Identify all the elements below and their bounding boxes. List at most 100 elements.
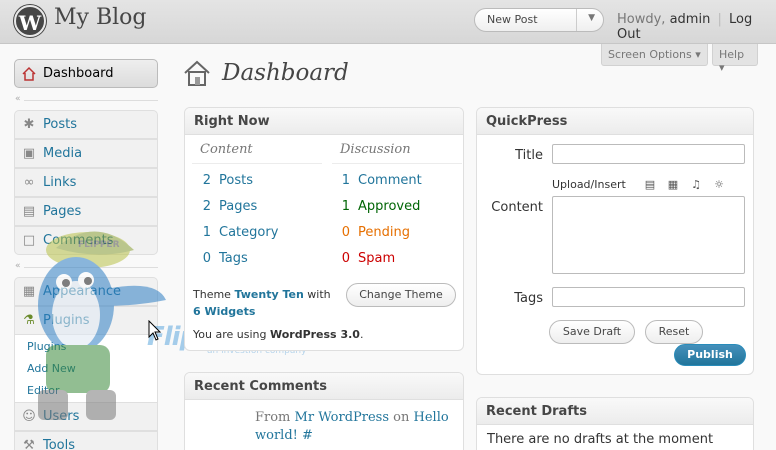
- sidebar-item-media[interactable]: ▣ Media: [14, 139, 158, 168]
- stat-label[interactable]: Posts: [219, 173, 253, 188]
- comment-author-link[interactable]: Mr WordPress: [295, 410, 390, 425]
- stat-label[interactable]: Approved: [358, 199, 420, 214]
- username-link[interactable]: admin: [670, 12, 711, 27]
- save-draft-button[interactable]: Save Draft: [549, 320, 635, 344]
- submenu-item-plugins[interactable]: Plugins: [27, 340, 66, 353]
- recent-comments-widget: Recent Comments From Mr WordPress on Hel…: [184, 372, 464, 450]
- widget-title[interactable]: Recent Comments: [185, 373, 463, 400]
- wordpress-logo-icon[interactable]: W: [14, 5, 46, 37]
- sidebar-item-label: Comments: [43, 233, 114, 248]
- chevron-down-icon[interactable]: ▼: [588, 13, 595, 23]
- stat-count[interactable]: 0: [330, 251, 350, 266]
- stat-count[interactable]: 1: [330, 173, 350, 188]
- appearance-icon: ▦: [22, 284, 36, 299]
- add-audio-icon[interactable]: ♫: [689, 178, 703, 192]
- theme-with: with: [307, 288, 331, 301]
- right-now-widget: Right Now Content Discussion 2 Posts 2 P…: [184, 107, 464, 351]
- sidebar-item-tools[interactable]: ⚒ Tools: [14, 431, 158, 450]
- sidebar-item-pages[interactable]: ▤ Pages: [14, 197, 158, 226]
- version-suffix: .: [359, 328, 364, 341]
- version-number: WordPress 3.0: [269, 328, 360, 341]
- sidebar-item-label: Users: [43, 409, 80, 424]
- stat-label[interactable]: Tags: [219, 251, 248, 266]
- house-icon: [184, 60, 210, 86]
- change-theme-button[interactable]: Change Theme: [346, 283, 456, 307]
- chain-link-icon: ∞: [23, 175, 35, 190]
- version-info: You are using WordPress 3.0.: [193, 328, 363, 341]
- tags-label: Tags: [514, 291, 543, 306]
- mouse-cursor-icon: [148, 320, 162, 341]
- stat-count[interactable]: 2: [191, 173, 211, 188]
- sidebar-item-dashboard[interactable]: Dashboard: [14, 59, 158, 88]
- title-label: Title: [515, 148, 543, 163]
- content-label: Content: [491, 200, 543, 215]
- menu-separator: [24, 100, 158, 101]
- wrench-icon: ⚒: [23, 438, 35, 450]
- version-prefix: You are using: [193, 328, 267, 341]
- widget-title[interactable]: Recent Drafts: [477, 398, 753, 425]
- sidebar-item-label: Appearance: [43, 284, 122, 299]
- sidebar-item-label: Pages: [43, 204, 82, 219]
- add-media-icon[interactable]: ☼: [712, 178, 726, 192]
- add-video-icon[interactable]: ▦: [666, 178, 680, 192]
- sidebar-item-label: Links: [43, 175, 77, 190]
- sidebar-item-appearance[interactable]: ▦ Appearance: [14, 277, 158, 306]
- discussion-column-heading: Discussion: [332, 136, 462, 164]
- media-icon: ▣: [22, 146, 36, 161]
- theme-name-link[interactable]: Twenty Ten: [234, 288, 303, 301]
- screen-options-tab[interactable]: Screen Options ▾: [601, 44, 708, 66]
- sidebar-item-label: Media: [43, 146, 83, 161]
- stat-label[interactable]: Category: [219, 225, 278, 240]
- title-input[interactable]: [552, 144, 745, 164]
- page-title: Dashboard: [222, 60, 349, 86]
- comment-permalink[interactable]: #: [302, 428, 313, 443]
- plugins-submenu: Plugins Add New Editor: [14, 335, 158, 402]
- stat-count[interactable]: 1: [330, 199, 350, 214]
- sidebar-item-label: Plugins: [43, 313, 90, 328]
- collapse-arrow-icon[interactable]: «: [15, 261, 21, 271]
- widget-title[interactable]: Right Now: [185, 108, 463, 135]
- widget-title[interactable]: QuickPress: [477, 108, 753, 135]
- sidebar-item-links[interactable]: ∞ Links: [14, 168, 158, 197]
- sidebar-item-users[interactable]: ☺ Users: [14, 402, 158, 431]
- stat-count[interactable]: 0: [330, 225, 350, 240]
- submenu-item-add-new[interactable]: Add New: [27, 362, 76, 375]
- content-textarea[interactable]: [552, 196, 745, 274]
- widgets-link[interactable]: 6 Widgets: [193, 305, 255, 318]
- admin-sidebar: Dashboard « ✱ Posts ▣ Media ∞ Links ▤ Pa…: [0, 44, 170, 450]
- no-drafts-message: There are no drafts at the moment: [487, 432, 714, 447]
- help-tab[interactable]: Help ▾: [712, 44, 758, 74]
- menu-separator: [24, 267, 158, 268]
- add-image-icon[interactable]: ▤: [643, 178, 657, 192]
- new-post-dropdown[interactable]: New Post ▼: [474, 8, 604, 32]
- stat-count[interactable]: 2: [191, 199, 211, 214]
- stat-label[interactable]: Pending: [358, 225, 410, 240]
- sidebar-item-plugins[interactable]: ⚗ Plugins: [14, 306, 158, 335]
- sidebar-item-posts[interactable]: ✱ Posts: [14, 110, 158, 139]
- stat-count[interactable]: 1: [191, 225, 211, 240]
- theme-info: Theme Twenty Ten with: [193, 288, 331, 301]
- stat-label[interactable]: Comment: [358, 173, 422, 188]
- recent-drafts-widget: Recent Drafts There are no drafts at the…: [476, 397, 754, 450]
- sidebar-item-comments[interactable]: □ Comments: [14, 226, 158, 255]
- theme-prefix: Theme: [193, 288, 231, 301]
- dropdown-separator: [576, 9, 577, 31]
- reset-button[interactable]: Reset: [645, 320, 703, 344]
- comment-from: From: [255, 410, 291, 425]
- speech-bubble-icon: □: [22, 233, 36, 248]
- upload-insert-label: Upload/Insert: [552, 178, 626, 191]
- sidebar-item-label: Dashboard: [43, 66, 114, 81]
- submenu-item-editor[interactable]: Editor: [27, 384, 60, 397]
- users-icon: ☺: [22, 409, 36, 424]
- publish-button[interactable]: Publish: [674, 344, 746, 366]
- stat-count[interactable]: 0: [191, 251, 211, 266]
- stat-label[interactable]: Pages: [219, 199, 257, 214]
- stat-label[interactable]: Spam: [358, 251, 395, 266]
- tags-input[interactable]: [552, 287, 745, 307]
- site-title[interactable]: My Blog: [54, 5, 146, 30]
- new-post-label: New Post: [487, 13, 538, 26]
- pages-icon: ▤: [22, 204, 36, 219]
- collapse-arrow-icon[interactable]: «: [15, 94, 21, 104]
- content-column-heading: Content: [192, 136, 322, 164]
- quickpress-widget: QuickPress Title Upload/Insert ▤ ▦ ♫ ☼ C…: [476, 107, 754, 375]
